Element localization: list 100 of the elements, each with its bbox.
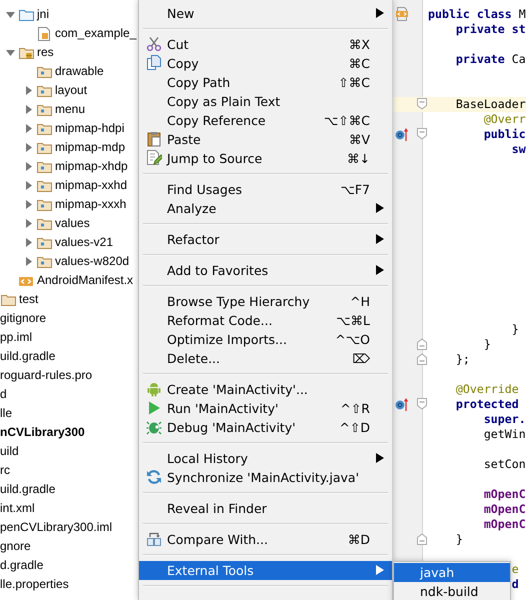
scissors-icon: [146, 36, 162, 52]
tree-item[interactable]: menu: [55, 101, 86, 118]
tree-item[interactable]: lle.properties: [0, 576, 69, 593]
tree-item[interactable]: mipmap-hdpi: [55, 120, 124, 137]
override-marker-icon[interactable]: [395, 396, 409, 410]
code-line: super.: [484, 412, 526, 426]
collapse-arrow-icon[interactable]: [4, 47, 16, 58]
resource-folder-icon: [18, 46, 34, 60]
command-item[interactable]: New: [139, 4, 392, 22]
bug-icon: [146, 419, 162, 435]
tree-item[interactable]: d: [0, 386, 7, 403]
command-item[interactable]: Copy ⌘C: [139, 54, 392, 72]
submenu-item[interactable]: javah: [394, 563, 510, 582]
command-item[interactable]: Compare With... ⌘D: [139, 530, 392, 548]
fold-marker-icon[interactable]: [417, 128, 427, 140]
command-item[interactable]: Debug 'MainActivity' ^⇧D: [139, 418, 392, 436]
code-line: sw: [512, 142, 526, 156]
tree-item[interactable]: com_example_: [55, 25, 136, 42]
folder-icon: [36, 254, 52, 268]
code-line: BaseLoader: [456, 96, 526, 112]
page-pencil-icon: [146, 150, 162, 166]
tree-item[interactable]: res: [37, 44, 54, 61]
folder-icon: [18, 8, 34, 22]
code-line: protected: [456, 396, 519, 412]
collapse-arrow-icon[interactable]: [4, 9, 16, 20]
folder-icon: [36, 216, 52, 230]
tree-item[interactable]: drawable: [55, 63, 104, 80]
command-item[interactable]: Reveal in Finder: [139, 498, 392, 518]
tree-item[interactable]: values: [55, 215, 90, 232]
tree-item[interactable]: nCVLibrary300: [0, 424, 85, 441]
override-marker-icon[interactable]: [395, 126, 409, 140]
header-file-icon: [36, 26, 52, 40]
tree-item[interactable]: mipmap-xxhd: [55, 177, 128, 194]
fold-marker-icon[interactable]: [417, 98, 427, 110]
tree-item[interactable]: mipmap-xxxh: [55, 196, 126, 213]
command-item[interactable]: Copy as Plain Text: [139, 92, 392, 110]
command-item[interactable]: Delete... ⌦: [139, 348, 392, 368]
code-line: @Override: [456, 382, 519, 396]
run-icon: [146, 400, 162, 416]
command-item[interactable]: Analyze: [139, 198, 392, 218]
tree-item[interactable]: roguard-rules.pro: [0, 367, 92, 384]
command-item[interactable]: Jump to Source ⌘↓: [139, 148, 392, 168]
tree-item[interactable]: lle: [0, 405, 12, 422]
tree-item[interactable]: gnore: [0, 538, 31, 555]
tree-item[interactable]: d.gradle: [0, 557, 44, 574]
folder-icon: [36, 64, 52, 78]
command-item[interactable]: Add to Favorites: [139, 260, 392, 280]
tree-item[interactable]: test: [19, 291, 38, 308]
tree-item[interactable]: layout: [55, 82, 88, 99]
command-item[interactable]: Create 'MainActivity'...: [139, 380, 392, 398]
folder-icon: [36, 178, 52, 192]
command-item[interactable]: Copy Reference ⌥⇧⌘C: [139, 110, 392, 130]
code-line: private st: [456, 22, 526, 36]
command-item[interactable]: Copy Path ⇧⌘C: [139, 72, 392, 92]
command-item[interactable]: Synchronize 'MainActivity.java': [139, 468, 392, 486]
command-item[interactable]: Optimize Imports... ^⌥O: [139, 330, 392, 348]
code-line: mOpenC: [484, 502, 526, 516]
tree-item[interactable]: values-v21: [55, 234, 114, 251]
submenu-item[interactable]: ndk-build: [394, 582, 510, 600]
code-line: private Ca: [456, 52, 526, 66]
code-line: };: [456, 352, 470, 366]
tree-item[interactable]: values-w820d: [55, 253, 130, 270]
folder-icon: [36, 84, 52, 98]
fold-marker-icon[interactable]: [417, 338, 427, 350]
sync-icon: [146, 469, 162, 485]
code-line: public: [484, 126, 526, 142]
command-item[interactable]: Find Usages ⌥F7: [139, 180, 392, 198]
code-line: mOpenC: [484, 516, 526, 532]
fold-marker-icon[interactable]: [417, 532, 427, 544]
command-item[interactable]: Run 'MainActivity' ^⇧R: [139, 398, 392, 418]
tree-item[interactable]: uild.gradle: [0, 348, 56, 365]
command-item[interactable]: Reformat Code... ⌥⌘L: [139, 310, 392, 330]
folder-icon: [36, 140, 52, 154]
compare-icon: [146, 531, 162, 547]
tree-item[interactable]: jni: [37, 6, 50, 23]
command-item[interactable]: Refactor: [139, 230, 392, 248]
tree-item[interactable]: AndroidManifest.x: [37, 272, 134, 289]
command-item[interactable]: Local History: [139, 448, 392, 468]
command-item[interactable]: Paste ⌘V: [139, 130, 392, 148]
code-line: }: [512, 322, 519, 336]
class-file-icon[interactable]: [395, 6, 409, 20]
folder-icon: [36, 198, 52, 212]
tree-item[interactable]: uild: [0, 443, 19, 460]
tree-item[interactable]: mipmap-mdp: [55, 139, 126, 156]
tree-item[interactable]: uild.gradle: [0, 481, 56, 498]
fold-marker-icon[interactable]: [417, 352, 427, 364]
tree-item[interactable]: penCVLibrary300.iml: [0, 519, 112, 536]
code-line: d: [512, 576, 519, 592]
tree-item[interactable]: rc: [0, 462, 10, 479]
tree-item[interactable]: pp.iml: [0, 329, 32, 346]
command-item[interactable]: Cut ⌘X: [139, 34, 392, 54]
tree-item[interactable]: int.xml: [0, 500, 35, 517]
command-item[interactable]: Browse Type Hierarchy ^H: [139, 292, 392, 310]
code-line: getWin: [484, 426, 526, 442]
tree-item[interactable]: gitignore: [0, 310, 46, 327]
copy-icon: [146, 55, 162, 71]
command-item[interactable]: External Tools: [139, 560, 392, 580]
fold-marker-icon[interactable]: [417, 398, 427, 410]
tree-item[interactable]: mipmap-xhdp: [55, 158, 128, 175]
code-line: @Overr: [484, 112, 526, 126]
